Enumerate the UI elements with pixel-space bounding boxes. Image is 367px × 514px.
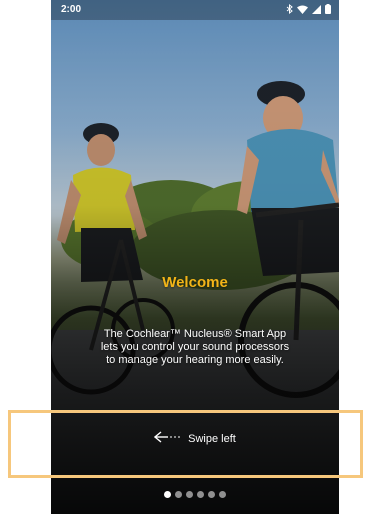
signal-icon bbox=[312, 1, 321, 19]
page-dot-6[interactable] bbox=[219, 491, 226, 498]
welcome-title: Welcome bbox=[162, 274, 228, 291]
status-icons bbox=[286, 3, 331, 15]
page-dot-4[interactable] bbox=[197, 491, 204, 498]
page-dot-1[interactable] bbox=[164, 491, 171, 498]
wifi-icon bbox=[297, 1, 308, 19]
page-dot-5[interactable] bbox=[208, 491, 215, 498]
onboarding-screen[interactable]: 2:00 Welcome The Cochlear™ Nucleus® Smar… bbox=[51, 0, 339, 514]
status-bar: 2:00 bbox=[51, 0, 339, 20]
swipe-hint[interactable]: Swipe left bbox=[51, 431, 339, 447]
bluetooth-icon bbox=[286, 1, 293, 19]
swipe-label: Swipe left bbox=[188, 433, 236, 445]
screen: 2:00 Welcome The Cochlear™ Nucleus® Smar… bbox=[0, 0, 367, 514]
welcome-description: The Cochlear™ Nucleus® Smart App lets yo… bbox=[100, 328, 290, 366]
battery-icon bbox=[325, 1, 331, 19]
arrow-left-icon bbox=[154, 430, 182, 448]
page-indicator bbox=[51, 491, 339, 498]
page-dot-2[interactable] bbox=[175, 491, 182, 498]
status-time: 2:00 bbox=[61, 4, 82, 15]
page-dot-3[interactable] bbox=[186, 491, 193, 498]
